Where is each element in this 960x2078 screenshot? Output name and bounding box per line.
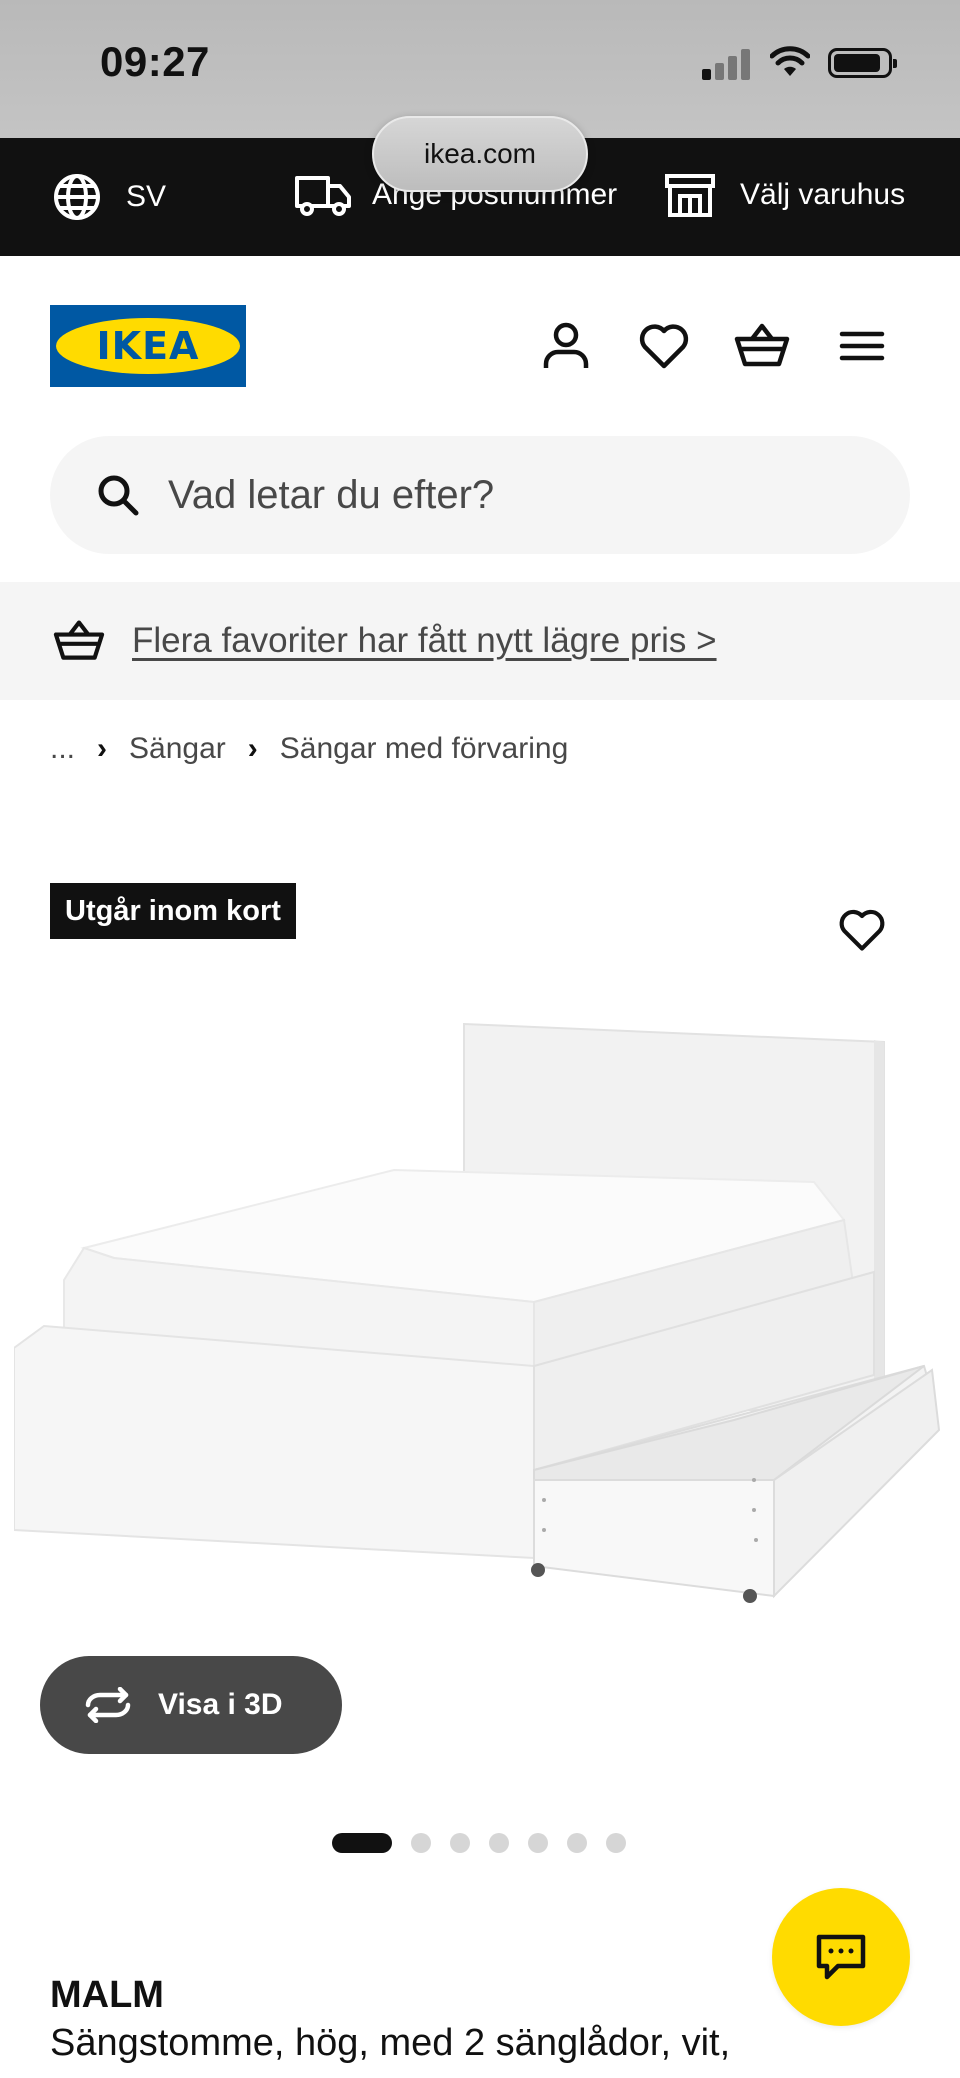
store-label: Välj varuhus (740, 178, 906, 211)
language-selector[interactable]: SV (52, 172, 166, 222)
carousel-dot-4[interactable] (489, 1833, 509, 1853)
carousel-dot-7[interactable] (606, 1833, 626, 1853)
breadcrumb-item-beds[interactable]: Sängar (129, 732, 226, 766)
wifi-icon (770, 46, 810, 76)
chat-button[interactable] (772, 1888, 910, 2026)
carousel-dot-2[interactable] (411, 1833, 431, 1853)
carousel-dot-1[interactable] (332, 1833, 392, 1853)
add-to-favourites-icon[interactable] (836, 904, 888, 956)
battery-icon (828, 48, 897, 78)
basket-icon[interactable] (734, 318, 790, 374)
ikea-logo[interactable]: IKEA (50, 305, 246, 387)
product-image (14, 1022, 941, 1603)
language-label: SV (126, 180, 167, 213)
search-input[interactable] (168, 472, 808, 518)
basket-icon (53, 620, 105, 660)
promo-banner: Flera favoriter har fått nytt lägre pris… (0, 582, 960, 700)
view-in-3d-button[interactable]: Visa i 3D (40, 1656, 342, 1754)
status-badge: Utgår inom kort (50, 883, 296, 939)
logo-text: IKEA (96, 324, 200, 368)
heart-icon[interactable] (636, 318, 692, 374)
search-bar[interactable] (50, 436, 910, 554)
breadcrumb-ellipsis[interactable]: ... (50, 732, 75, 766)
view-in-3d-label: Visa i 3D (158, 1688, 283, 1721)
store-selector[interactable]: Välj varuhus (664, 172, 905, 218)
user-icon[interactable] (538, 318, 594, 374)
product-name: MALM (50, 1974, 164, 2016)
delivery-truck-icon (295, 176, 351, 216)
breadcrumb-item-beds-with-storage[interactable]: Sängar med förvaring (280, 732, 569, 766)
globe-icon (54, 174, 100, 220)
chevron-right-icon: › (97, 732, 108, 765)
signal-icon (702, 48, 750, 80)
status-time: 09:27 (100, 38, 210, 85)
breadcrumb: ... › Sängar › Sängar med förvaring (50, 732, 568, 766)
carousel-dot-6[interactable] (567, 1833, 587, 1853)
carousel-dot-3[interactable] (450, 1833, 470, 1853)
menu-icon[interactable] (834, 318, 890, 374)
browser-url-pill[interactable]: ikea.com (372, 116, 588, 192)
product-description: Sängstomme, hög, med 2 sänglådor, vit, (50, 2022, 731, 2064)
store-icon (665, 174, 715, 217)
promo-link[interactable]: Flera favoriter har fått nytt lägre pris… (132, 621, 717, 661)
carousel-dot-5[interactable] (528, 1833, 548, 1853)
search-icon (98, 475, 139, 516)
chat-icon (816, 1934, 866, 1980)
rotate-3d-icon (85, 1687, 131, 1723)
chevron-right-icon: › (247, 732, 258, 765)
